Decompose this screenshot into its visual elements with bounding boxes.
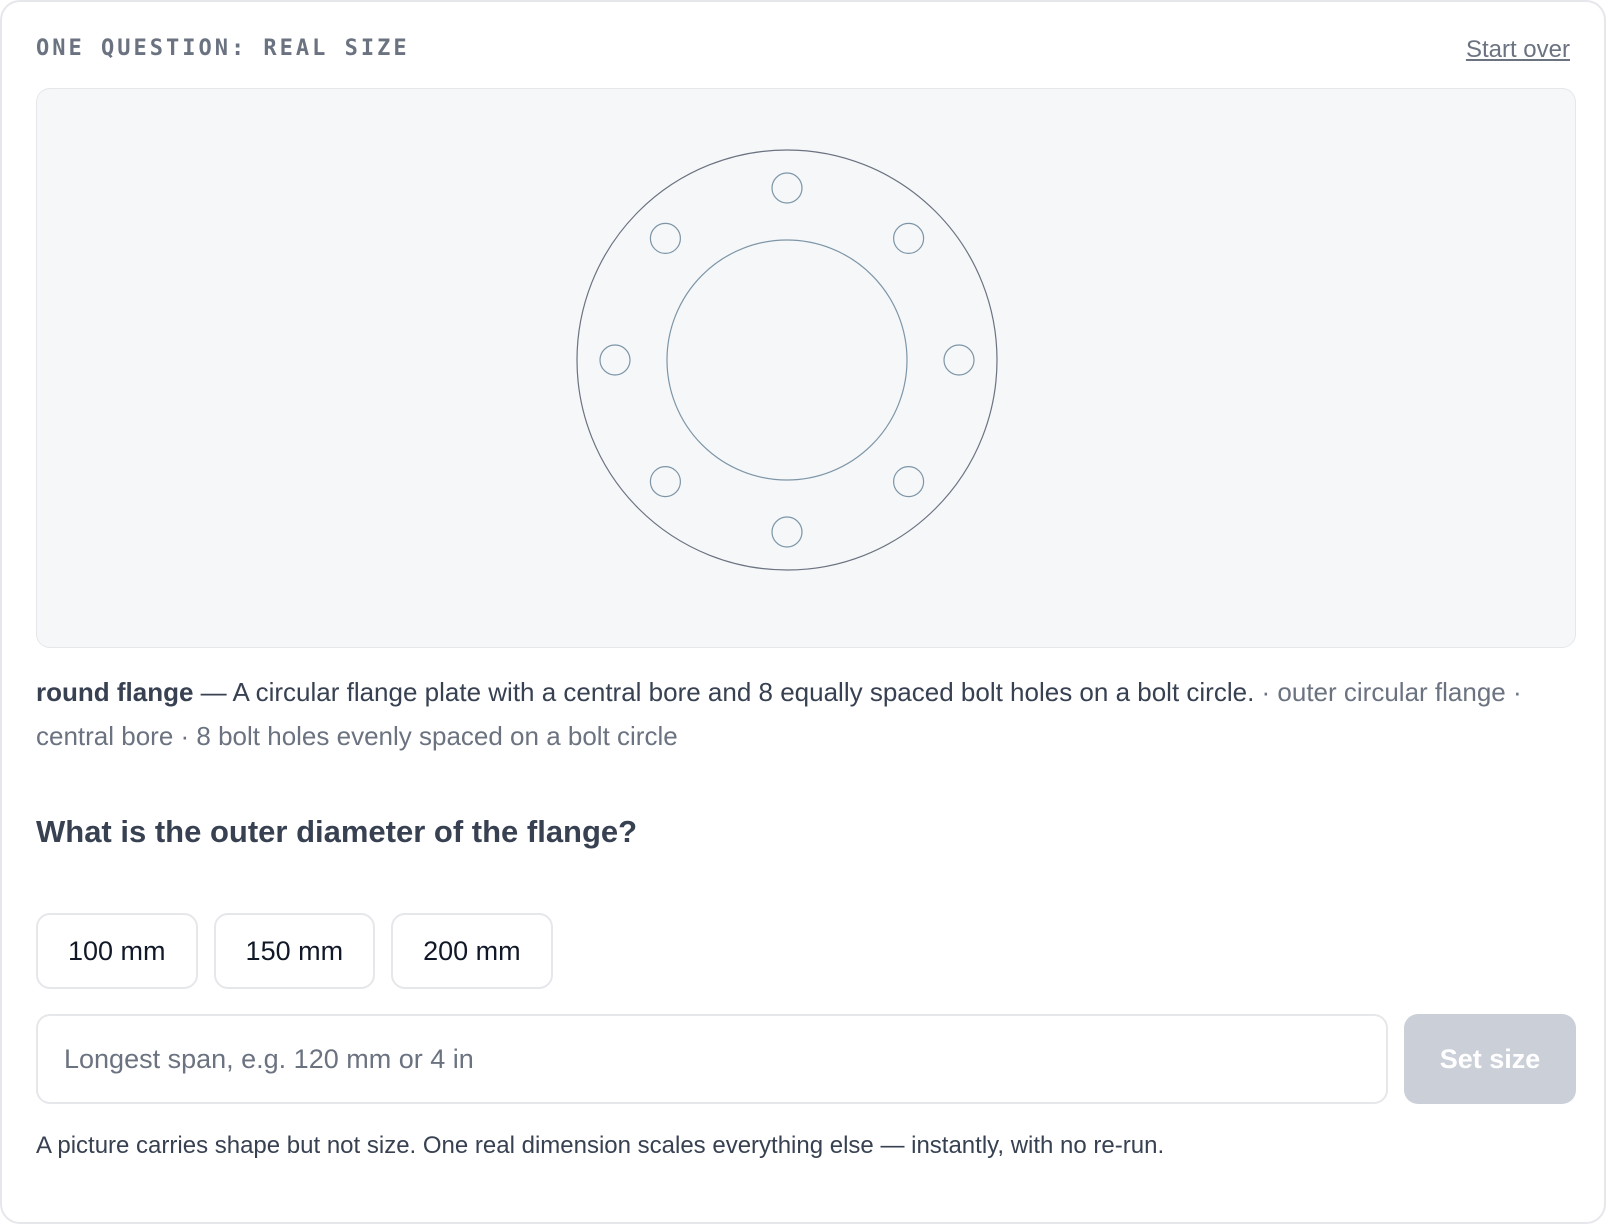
bolt-hole-group <box>599 172 975 548</box>
bolt-hole-5 <box>771 516 803 548</box>
shape-preview <box>36 88 1576 648</box>
size-options: 100 mm 150 mm 200 mm <box>36 913 553 989</box>
bolt-hole-3 <box>943 344 975 376</box>
question-text: What is the outer diameter of the flange… <box>36 814 638 849</box>
size-card: ONE QUESTION: REAL SIZE Start over round… <box>0 0 1606 1224</box>
option-button-150mm[interactable]: 150 mm <box>213 913 376 989</box>
bolt-hole-6 <box>649 466 682 498</box>
object-name: round flange <box>36 677 194 707</box>
bolt-hole-4 <box>892 466 925 498</box>
set-size-button[interactable]: Set size <box>1404 1014 1576 1104</box>
bolt-hole-8 <box>649 222 682 254</box>
bolt-hole-1 <box>771 172 803 204</box>
description-separator: — <box>193 677 233 707</box>
option-button-200mm[interactable]: 200 mm <box>391 913 553 989</box>
option-button-100mm[interactable]: 100 mm <box>36 913 198 989</box>
central-bore-circle <box>666 239 908 481</box>
bolt-hole-7 <box>599 344 631 376</box>
dimension-input[interactable] <box>36 1014 1388 1104</box>
footnote-text: A picture carries shape but not size. On… <box>36 1132 1165 1159</box>
flange-drawing <box>576 149 998 571</box>
card-eyebrow: ONE QUESTION: REAL SIZE <box>36 36 410 61</box>
outer-flange-circle <box>576 149 998 571</box>
bolt-hole-2 <box>892 222 925 254</box>
object-summary: A circular flange plate with a central b… <box>232 677 1255 707</box>
start-over-link[interactable]: Start over <box>1466 36 1570 64</box>
object-description: round flange — A circular flange plate w… <box>36 670 1581 758</box>
